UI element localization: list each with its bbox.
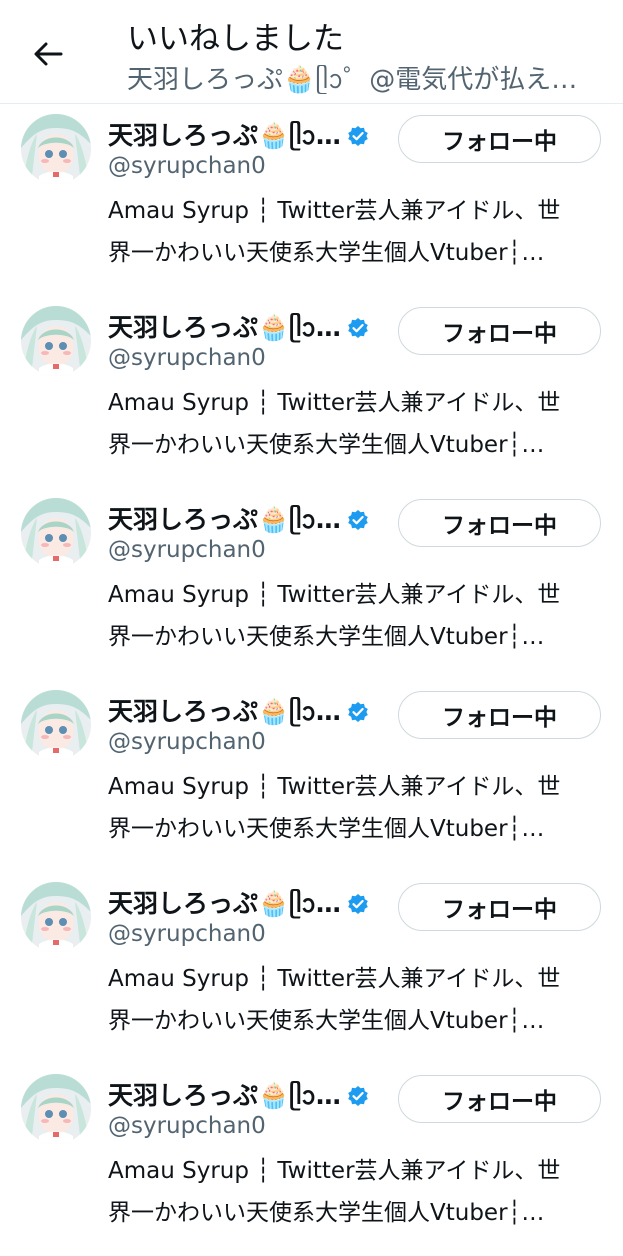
user-bio: Amau Syrup ┆ Twitter芸人兼アイドル、世 界一かわいい天使系大… <box>108 1150 608 1234</box>
following-button[interactable]: フォロー中 <box>398 691 601 739</box>
page-subtitle: 天羽しろっぷ🧁ᥫᩣ゜@電気代が払え… <box>127 65 578 95</box>
avatar[interactable] <box>21 1074 91 1144</box>
verified-badge-icon <box>347 509 369 531</box>
avatar[interactable] <box>21 498 91 568</box>
avatar[interactable] <box>21 114 91 184</box>
user-row[interactable]: 天羽しろっぷ🧁ᥫᩣ… @syrupchan0 フォロー中 Amau Syrup … <box>0 296 623 488</box>
back-button[interactable] <box>22 32 74 76</box>
bio-line: 界一かわいい天使系大学生個人Vtuber┆… <box>108 816 545 842</box>
avatar[interactable] <box>21 882 91 952</box>
bio-line: Amau Syrup ┆ Twitter芸人兼アイドル、世 <box>108 582 561 608</box>
bio-line: Amau Syrup ┆ Twitter芸人兼アイドル、世 <box>108 390 561 416</box>
user-handle[interactable]: @syrupchan0 <box>108 534 266 566</box>
avatar[interactable] <box>21 306 91 376</box>
user-bio: Amau Syrup ┆ Twitter芸人兼アイドル、世 界一かわいい天使系大… <box>108 382 608 466</box>
user-handle[interactable]: @syrupchan0 <box>108 150 266 182</box>
user-bio: Amau Syrup ┆ Twitter芸人兼アイドル、世 界一かわいい天使系大… <box>108 958 608 1042</box>
following-button[interactable]: フォロー中 <box>398 499 601 547</box>
bio-line: Amau Syrup ┆ Twitter芸人兼アイドル、世 <box>108 1158 561 1184</box>
user-handle[interactable]: @syrupchan0 <box>108 1110 266 1142</box>
user-bio: Amau Syrup ┆ Twitter芸人兼アイドル、世 界一かわいい天使系大… <box>108 574 608 658</box>
bio-line: 界一かわいい天使系大学生個人Vtuber┆… <box>108 1200 545 1226</box>
bio-line: Amau Syrup ┆ Twitter芸人兼アイドル、世 <box>108 198 561 224</box>
user-row[interactable]: 天羽しろっぷ🧁ᥫᩣ… @syrupchan0 フォロー中 Amau Syrup … <box>0 104 623 296</box>
bio-line: Amau Syrup ┆ Twitter芸人兼アイドル、世 <box>108 966 561 992</box>
arrow-left-icon <box>34 42 63 66</box>
following-button[interactable]: フォロー中 <box>398 115 601 163</box>
user-row[interactable]: 天羽しろっぷ🧁ᥫᩣ… @syrupchan0 フォロー中 Amau Syrup … <box>0 872 623 1064</box>
following-button[interactable]: フォロー中 <box>398 1075 601 1123</box>
verified-badge-icon <box>347 701 369 723</box>
following-button[interactable]: フォロー中 <box>398 307 601 355</box>
user-bio: Amau Syrup ┆ Twitter芸人兼アイドル、世 界一かわいい天使系大… <box>108 766 608 850</box>
verified-badge-icon <box>347 893 369 915</box>
bio-line: 界一かわいい天使系大学生個人Vtuber┆… <box>108 240 545 266</box>
following-button[interactable]: フォロー中 <box>398 883 601 931</box>
user-handle[interactable]: @syrupchan0 <box>108 342 266 374</box>
user-handle[interactable]: @syrupchan0 <box>108 918 266 950</box>
bio-line: Amau Syrup ┆ Twitter芸人兼アイドル、世 <box>108 774 561 800</box>
user-bio: Amau Syrup ┆ Twitter芸人兼アイドル、世 界一かわいい天使系大… <box>108 190 608 274</box>
user-handle[interactable]: @syrupchan0 <box>108 726 266 758</box>
user-row[interactable]: 天羽しろっぷ🧁ᥫᩣ… @syrupchan0 フォロー中 Amau Syrup … <box>0 680 623 872</box>
page-header: いいねしました 天羽しろっぷ🧁ᥫᩣ゜@電気代が払え… <box>0 0 623 104</box>
avatar[interactable] <box>21 690 91 760</box>
user-row[interactable]: 天羽しろっぷ🧁ᥫᩣ… @syrupchan0 フォロー中 Amau Syrup … <box>0 1064 623 1256</box>
bio-line: 界一かわいい天使系大学生個人Vtuber┆… <box>108 624 545 650</box>
bio-line: 界一かわいい天使系大学生個人Vtuber┆… <box>108 432 545 458</box>
user-list: 天羽しろっぷ🧁ᥫᩣ… @syrupchan0 フォロー中 Amau Syrup … <box>0 104 623 1256</box>
bio-line: 界一かわいい天使系大学生個人Vtuber┆… <box>108 1008 545 1034</box>
user-row[interactable]: 天羽しろっぷ🧁ᥫᩣ… @syrupchan0 フォロー中 Amau Syrup … <box>0 488 623 680</box>
verified-badge-icon <box>347 125 369 147</box>
page-title: いいねしました <box>127 21 344 57</box>
verified-badge-icon <box>347 317 369 339</box>
verified-badge-icon <box>347 1085 369 1107</box>
